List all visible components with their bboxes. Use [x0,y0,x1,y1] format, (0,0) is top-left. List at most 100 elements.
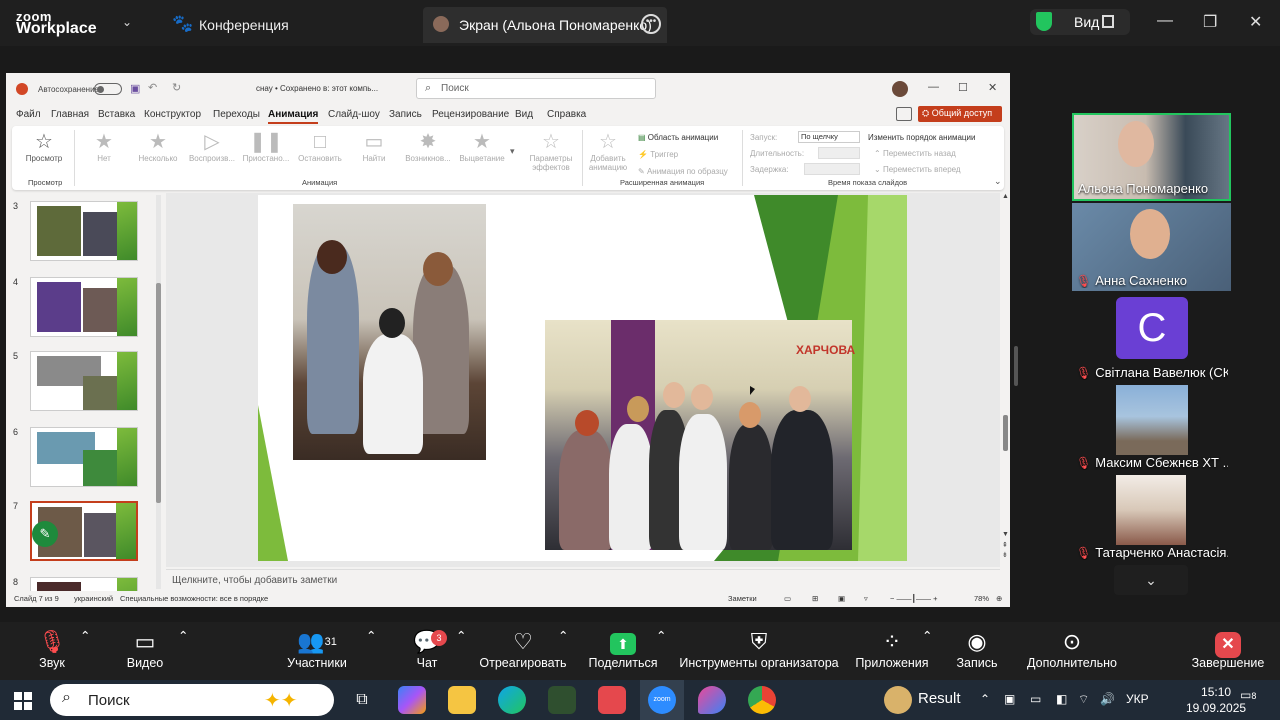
save-icon[interactable]: ▣ [130,82,140,95]
host-tools-button[interactable]: ⛨ Инструменты организатора [678,628,840,670]
user-avatar[interactable] [892,81,908,97]
anim-pause[interactable]: ❚❚ Приостано... [238,130,294,163]
effect-options-button[interactable]: ☆ Параметры эффектов [520,130,582,172]
menu-home[interactable]: Главная [51,109,89,120]
anim-multiple[interactable]: ★ Несколько [130,130,186,163]
react-caret-icon[interactable]: ⌃ [558,628,568,643]
view-button[interactable]: Вид [1030,9,1130,35]
menu-transitions[interactable]: Переходы [213,109,260,120]
paw-icon[interactable]: 🐾 [172,14,193,34]
participant-tile[interactable]: C 🎙 Світлана Вавелюк (СК) [1072,295,1231,383]
more-button[interactable]: ⊙ Дополнительно [1022,628,1122,670]
react-button[interactable]: ♡ Отреагировать [478,628,568,670]
move-earlier-button[interactable]: ⌃ Переместить назад [874,149,956,158]
apps-caret-icon[interactable]: ⌃ [922,628,932,643]
delay-input[interactable] [804,163,860,175]
menu-insert[interactable]: Вставка [98,109,135,120]
chrome-browser-icon[interactable] [748,686,776,714]
network-icon[interactable]: ⌔ [1078,692,1089,707]
anim-stop[interactable]: □ Остановить [292,130,348,163]
ppt-close-icon[interactable]: ✕ [988,81,997,94]
more-options-icon[interactable]: ••• [641,14,661,34]
anim-none[interactable]: ★ Нет [76,130,132,163]
anim-fade[interactable]: ★ Выцветание [454,130,510,163]
participant-tile[interactable]: 🎙 Анна Сахненко [1072,203,1231,291]
chevron-down-icon[interactable]: ⌄ [122,15,132,29]
thumbnails-scrollbar[interactable] [156,195,161,589]
chat-caret-icon[interactable]: ⌃ [456,628,466,643]
slide-thumbnail[interactable] [30,201,138,261]
trigger-button[interactable]: ⚡ Триггер [638,150,678,159]
ppt-share-button[interactable]: ⛭ Общий доступ [918,106,1002,122]
screen-share-tab[interactable]: Экран (Альона Пономаренко) ••• [423,7,667,43]
anim-seek[interactable]: ▭ Найти [346,130,402,163]
tray-expand-icon[interactable]: ⌃ [980,692,990,706]
file-explorer-icon[interactable] [448,686,476,714]
ppt-search-box[interactable]: ⌕ Поиск [416,78,656,99]
panel-splitter-handle[interactable] [1014,346,1018,386]
sorter-view-icon[interactable]: ⊞ [812,594,818,603]
result-widget[interactable]: Result [918,690,961,707]
task-view-icon[interactable]: ⧉ [348,686,376,714]
notes-area[interactable]: Щелкните, чтобы добавить заметки [166,569,1000,591]
menu-animations[interactable]: Анимация [268,109,319,124]
slide-thumbnail[interactable] [30,351,138,411]
zoom-slider[interactable]: − ——┃—— + [890,594,937,603]
prev-slide-icon[interactable]: ⇞ [1002,541,1008,549]
windows-start-icon[interactable] [14,692,32,710]
menu-view[interactable]: Вид [515,109,533,120]
slide-thumbnail[interactable] [30,427,138,487]
animation-painter-button[interactable]: ✎ Анимация по образцу [638,167,728,176]
apps-button[interactable]: ⁘ Приложения [852,628,932,670]
menu-design[interactable]: Конструктор [144,109,201,120]
close-icon[interactable]: ✕ [1249,12,1262,32]
language-status[interactable]: украинский [74,594,113,603]
participants-caret-icon[interactable]: ⌃ [366,628,376,643]
audio-options-caret-icon[interactable]: ⌃ [80,628,90,643]
zoom-percent[interactable]: 78% [974,594,989,603]
participant-tile[interactable]: 🎙 Максим Сбежнєв ХТ ... [1072,385,1231,473]
participants-scroll-down-icon[interactable]: ⌄ [1114,565,1188,595]
volume-icon[interactable]: 🔊 [1100,692,1115,706]
notifications-icon[interactable]: ▭8 [1240,688,1260,710]
participant-tile[interactable]: Альона Пономаренко [1072,113,1231,201]
current-slide[interactable]: ХАРЧОВА [258,195,907,561]
zoom-taskbar-slot[interactable]: zoom [640,680,684,720]
comments-icon[interactable] [896,107,912,121]
tray-app-icon[interactable]: ▣ [1004,692,1015,706]
undo-icon[interactable]: ↶ [148,81,157,94]
menu-file[interactable]: Файл [16,109,41,120]
slideshow-view-icon[interactable]: ▿ [864,594,868,603]
record-button[interactable]: ◉ Запись [954,628,1000,670]
audio-button[interactable]: 🎙 Звук [30,628,74,670]
app-icon[interactable] [698,686,726,714]
notes-toggle[interactable]: Заметки [728,594,757,603]
menu-review[interactable]: Рецензирование [432,109,509,120]
accessibility-status[interactable]: Специальные возможности: все в порядке [120,594,268,603]
video-button[interactable]: ▭ Видео [120,628,170,670]
animation-pane-button[interactable]: ▤ Область анимации [638,133,718,142]
end-meeting-button[interactable]: ✕ Завершение [1190,628,1266,670]
menu-help[interactable]: Справка [547,109,586,120]
slide-scrollbar[interactable]: ▲ ▼ ⇞ ⇟ [1002,193,1010,563]
normal-view-icon[interactable]: ▭ [784,594,791,603]
anim-appear[interactable]: ✸ Возникнов... [400,130,456,163]
document-name[interactable]: снау • Сохранено в: этот компь... [256,84,378,93]
app-icon[interactable] [548,686,576,714]
duration-input[interactable] [818,147,860,159]
add-animation-button[interactable]: ☆ Добавить анимацию [580,130,636,172]
tray-audio-device-icon[interactable]: ◧ [1056,692,1067,706]
conference-tab[interactable]: Конференция [199,17,289,33]
fit-slide-icon[interactable]: ⊕ [996,594,1002,603]
reading-view-icon[interactable]: ▣ [838,594,845,603]
edge-browser-icon[interactable] [498,686,526,714]
participants-button[interactable]: 👥31 Участники [282,628,352,670]
menu-record[interactable]: Запись [389,109,422,120]
gallery-more-icon[interactable]: ▾ [510,146,515,157]
start-dropdown[interactable]: По щелчку [798,131,860,143]
scroll-up-icon[interactable]: ▲ [1002,193,1009,200]
participant-tile[interactable]: 🎙 Татарченко Анастасія... [1072,475,1231,563]
minimize-icon[interactable]: — [1157,12,1173,30]
ppt-minimize-icon[interactable]: — [928,81,939,93]
share-caret-icon[interactable]: ⌃ [656,628,666,643]
